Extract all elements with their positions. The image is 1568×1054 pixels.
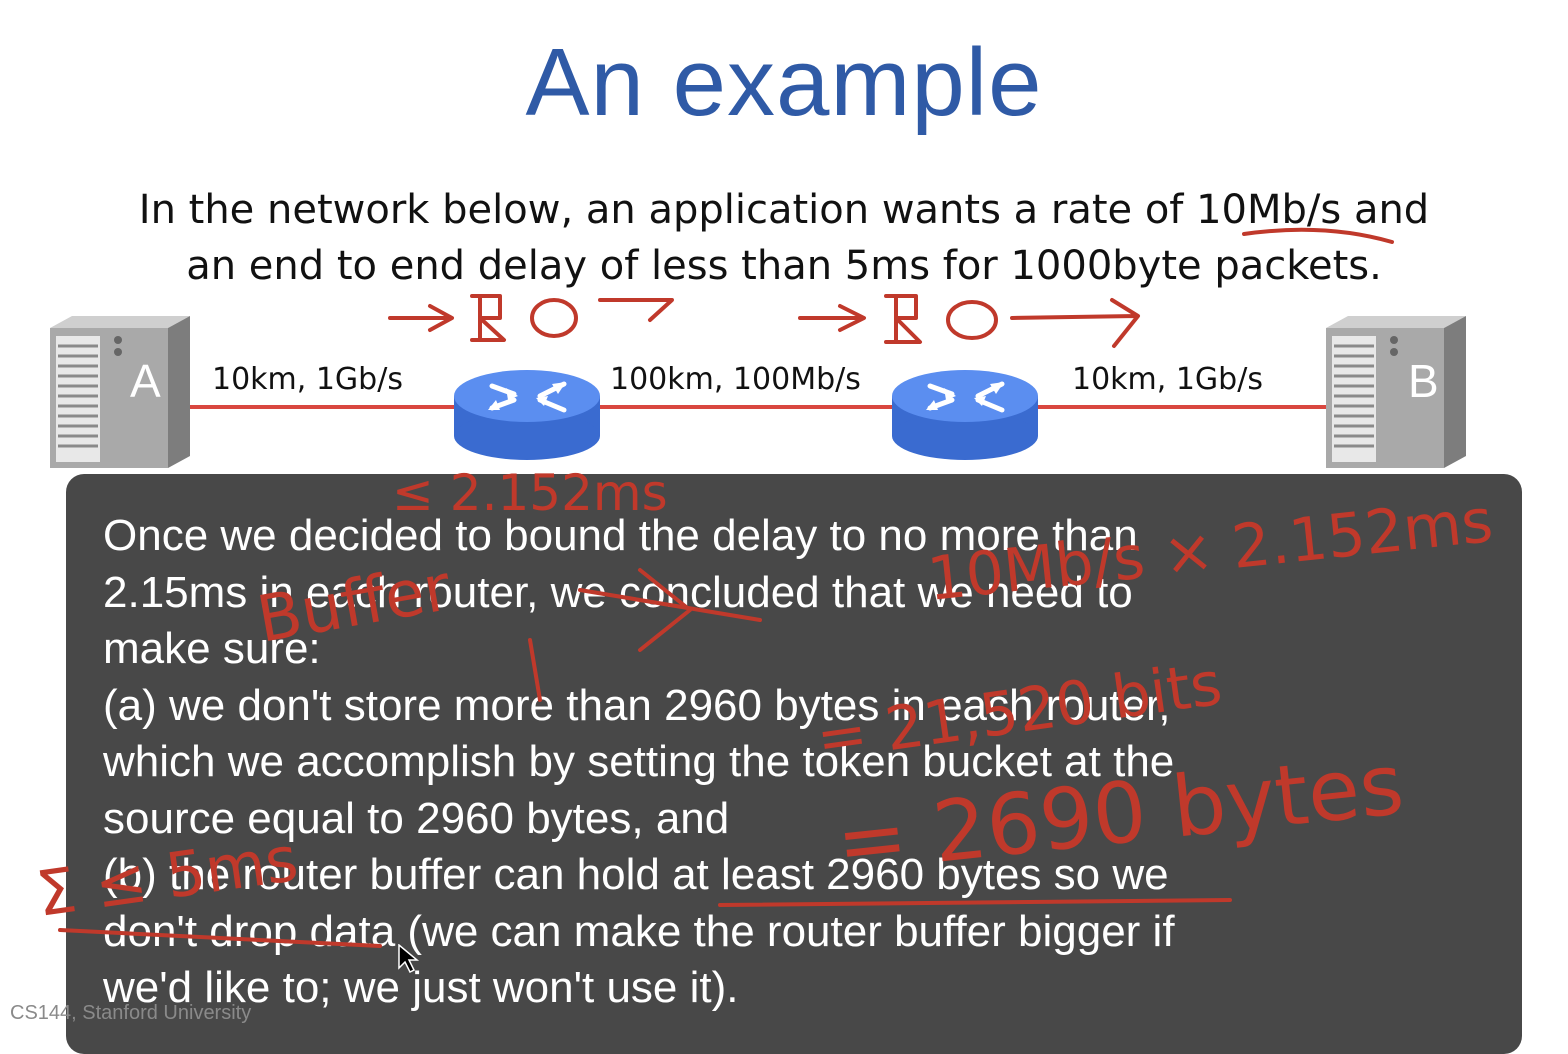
link-a-router1 bbox=[190, 405, 460, 409]
ink-arrow-2 bbox=[598, 298, 674, 322]
link2-label: 100km, 100Mb/s bbox=[610, 362, 861, 397]
slide-title: An example bbox=[525, 29, 1043, 136]
link3-label: 10km, 1Gb/s bbox=[1072, 362, 1263, 397]
host-a-label: A bbox=[130, 355, 161, 407]
slide: An example In the network below, an appl… bbox=[0, 0, 1568, 1054]
footer-credit: CS144, Stanford University bbox=[10, 1002, 252, 1024]
mouse-cursor-icon bbox=[398, 944, 420, 974]
ink-queue-2 bbox=[884, 294, 922, 344]
server-a-icon bbox=[50, 316, 190, 468]
problem-line-1: In the network below, an application wan… bbox=[138, 187, 1430, 233]
ink-server-2 bbox=[946, 300, 998, 340]
link1-label: 10km, 1Gb/s bbox=[212, 362, 403, 397]
ink-server-1 bbox=[530, 298, 578, 338]
router-1-icon bbox=[454, 370, 600, 460]
host-b-label: B bbox=[1408, 355, 1439, 407]
router-2-icon bbox=[892, 370, 1038, 460]
ink-queue-1 bbox=[470, 294, 506, 342]
problem-line-2: an end to end delay of less than 5ms for… bbox=[186, 243, 1382, 289]
ink-arrow-4 bbox=[1010, 298, 1140, 348]
link-router1-router2 bbox=[596, 405, 896, 409]
ink-arrow-3 bbox=[798, 304, 866, 332]
link-router2-b bbox=[1034, 405, 1334, 409]
problem-statement: In the network below, an application wan… bbox=[40, 182, 1528, 294]
server-b-icon bbox=[1326, 316, 1466, 468]
caption-text: Once we decided to bound the delay to no… bbox=[103, 511, 1175, 1012]
ink-arrow-1 bbox=[388, 304, 454, 332]
